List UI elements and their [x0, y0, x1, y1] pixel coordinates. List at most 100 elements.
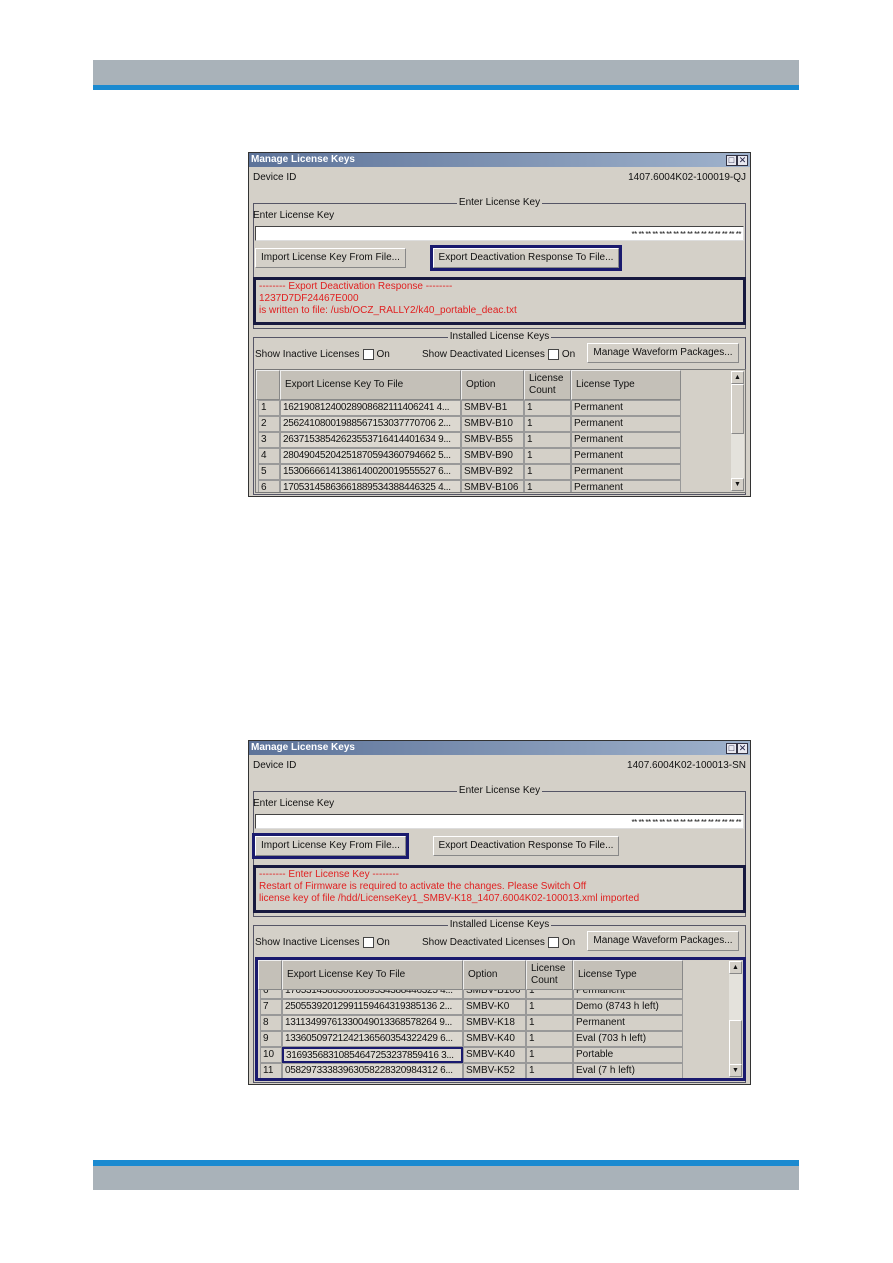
license-key-cell[interactable]: 26371538542623553716414401634 9... — [280, 432, 461, 448]
table-row[interactable]: 6 17053145863661889534388446325 4... SMB… — [256, 480, 681, 492]
page-header-bar — [93, 60, 799, 85]
column-header[interactable]: Export License Key To File — [282, 960, 463, 990]
manage-license-keys-dialog: Manage License Keys □ ✕ Device ID 1407.6… — [248, 152, 751, 497]
row-number: 4 — [258, 448, 280, 464]
message-line: license key of file /hdd/LicenseKey1_SMB… — [259, 893, 640, 904]
license-type-cell: Eval (703 h left) — [573, 1031, 683, 1047]
status-message-box: -------- Enter License Key -------- Resta… — [253, 865, 746, 913]
column-header[interactable]: License Type — [571, 370, 681, 400]
table-row[interactable]: 9 13360509721242136560354322429 6... SMB… — [258, 1031, 683, 1047]
maximize-icon[interactable]: □ — [726, 743, 737, 754]
device-id-value: 1407.6004K02-100013-SN — [627, 760, 746, 771]
device-id-label: Device ID — [253, 760, 297, 771]
column-header[interactable]: License Type — [573, 960, 683, 990]
option-cell: SMBV-B10 — [461, 416, 524, 432]
table-row[interactable]: 2 25624108001988567153037770706 2... SMB… — [256, 416, 681, 432]
license-key-cell[interactable]: 28049045204251870594360794662 5... — [280, 448, 461, 464]
scroll-up-icon[interactable]: ▲ — [729, 961, 742, 974]
license-key-input[interactable]: ** ** ** ** ** ** ** ** ** ** ** ** ** *… — [255, 226, 744, 241]
page-footer-bar — [93, 1166, 799, 1190]
installed-licenses-table[interactable]: 6 17053145863661889534388446325 4... SMB… — [255, 957, 746, 1081]
scroll-thumb[interactable] — [729, 1020, 742, 1070]
vertical-scrollbar[interactable]: ▲ ▼ — [729, 961, 742, 1077]
table-row[interactable]: 3 26371538542623553716414401634 9... SMB… — [256, 432, 681, 448]
table-row[interactable]: 10 31693568310854647253237859416 3... SM… — [258, 1047, 683, 1063]
option-cell: SMBV-B106 — [461, 480, 524, 492]
row-number: 2 — [258, 416, 280, 432]
option-cell: SMBV-K52 — [463, 1063, 526, 1078]
row-number: 10 — [260, 1047, 282, 1063]
license-key-cell[interactable]: 15306666141386140020019555527 6... — [280, 464, 461, 480]
manage-license-keys-dialog: Manage License Keys □ ✕ Device ID 1407.6… — [248, 740, 751, 1085]
close-icon[interactable]: ✕ — [737, 743, 748, 754]
license-key-cell[interactable]: 25055392012991159464319385136 2... — [282, 999, 463, 1015]
scroll-down-icon[interactable]: ▼ — [729, 1064, 742, 1077]
enter-license-key-label: Enter License Key — [253, 210, 335, 221]
dialog-title: Manage License Keys — [249, 153, 750, 167]
count-cell: 1 — [524, 416, 571, 432]
show-deactivated-checkbox[interactable] — [547, 936, 559, 948]
count-cell: 1 — [526, 999, 573, 1015]
scroll-down-icon[interactable]: ▼ — [731, 478, 744, 491]
column-header[interactable]: License Count — [524, 370, 571, 400]
show-inactive-checkbox[interactable] — [362, 936, 374, 948]
export-deactivation-response-button[interactable]: Export Deactivation Response To File... — [433, 836, 619, 856]
table-row[interactable]: 4 28049045204251870594360794662 5... SMB… — [256, 448, 681, 464]
license-key-cell[interactable]: 31693568310854647253237859416 3... — [282, 1047, 463, 1063]
message-line: 1237D7DF24467E000 — [259, 293, 359, 304]
license-type-cell: Permanent — [571, 448, 681, 464]
close-icon[interactable]: ✕ — [737, 155, 748, 166]
count-cell: 1 — [526, 1031, 573, 1047]
license-key-cell[interactable]: 13360509721242136560354322429 6... — [282, 1031, 463, 1047]
license-key-input[interactable]: ** ** ** ** ** ** ** ** ** ** ** ** ** *… — [255, 814, 744, 829]
message-line: Restart of Firmware is required to activ… — [259, 881, 587, 892]
group-title: Enter License Key — [456, 197, 543, 208]
status-message-box: -------- Export Deactivation Response --… — [253, 277, 746, 325]
column-header[interactable]: Option — [461, 370, 524, 400]
maximize-icon[interactable]: □ — [726, 155, 737, 166]
manage-waveform-packages-button[interactable]: Manage Waveform Packages... — [587, 343, 739, 363]
export-deactivation-response-button[interactable]: Export Deactivation Response To File... — [430, 245, 622, 271]
count-cell: 1 — [526, 1015, 573, 1031]
enter-license-key-label: Enter License Key — [253, 798, 335, 809]
show-inactive-label: Show Inactive Licenses — [255, 349, 360, 360]
column-header[interactable]: License Count — [526, 960, 573, 990]
show-deactivated-label: Show Deactivated Licenses — [422, 937, 545, 948]
table-row[interactable]: 11 05829733383963058228320984312 6... SM… — [258, 1063, 683, 1078]
table-row[interactable]: 8 13113499761330049013368578264 9... SMB… — [258, 1015, 683, 1031]
header-accent-line — [93, 85, 799, 90]
scroll-up-icon[interactable]: ▲ — [731, 371, 744, 384]
license-type-cell: Permanent — [573, 1015, 683, 1031]
table-row[interactable]: 1 16219081240028908682111406241 4... SMB… — [256, 400, 681, 416]
column-header[interactable]: Option — [463, 960, 526, 990]
row-number: 6 — [258, 480, 280, 492]
vertical-scrollbar[interactable]: ▲ ▼ — [731, 371, 744, 491]
license-key-cell[interactable]: 17053145863661889534388446325 4... — [280, 480, 461, 492]
message-line: is written to file: /usb/OCZ_RALLY2/k40_… — [259, 305, 517, 316]
on-label: On — [376, 349, 390, 360]
installed-licenses-table[interactable]: 1 16219081240028908682111406241 4... SMB… — [255, 369, 746, 493]
import-license-key-button[interactable]: Import License Key From File... — [255, 248, 406, 268]
show-deactivated-checkbox[interactable] — [547, 348, 559, 360]
scroll-thumb[interactable] — [731, 384, 744, 434]
manage-waveform-packages-button[interactable]: Manage Waveform Packages... — [587, 931, 739, 951]
license-type-cell: Permanent — [571, 416, 681, 432]
table-row[interactable]: 5 15306666141386140020019555527 6... SMB… — [256, 464, 681, 480]
import-license-key-button[interactable]: Import License Key From File... — [252, 833, 409, 859]
license-key-cell[interactable]: 13113499761330049013368578264 9... — [282, 1015, 463, 1031]
row-number: 3 — [258, 432, 280, 448]
row-number: 8 — [260, 1015, 282, 1031]
show-inactive-checkbox[interactable] — [362, 348, 374, 360]
count-cell: 1 — [524, 448, 571, 464]
table-row[interactable]: 7 25055392012991159464319385136 2... SMB… — [258, 999, 683, 1015]
license-type-cell: Permanent — [571, 400, 681, 416]
license-key-cell[interactable]: 16219081240028908682111406241 4... — [280, 400, 461, 416]
option-cell: SMBV-B1 — [461, 400, 524, 416]
group-title: Enter License Key — [456, 785, 543, 796]
count-cell: 1 — [524, 480, 571, 492]
license-key-cell[interactable]: 25624108001988567153037770706 2... — [280, 416, 461, 432]
license-type-cell: Permanent — [571, 464, 681, 480]
license-key-cell[interactable]: 05829733383963058228320984312 6... — [282, 1063, 463, 1078]
column-header[interactable]: Export License Key To File — [280, 370, 461, 400]
license-type-cell: Demo (8743 h left) — [573, 999, 683, 1015]
